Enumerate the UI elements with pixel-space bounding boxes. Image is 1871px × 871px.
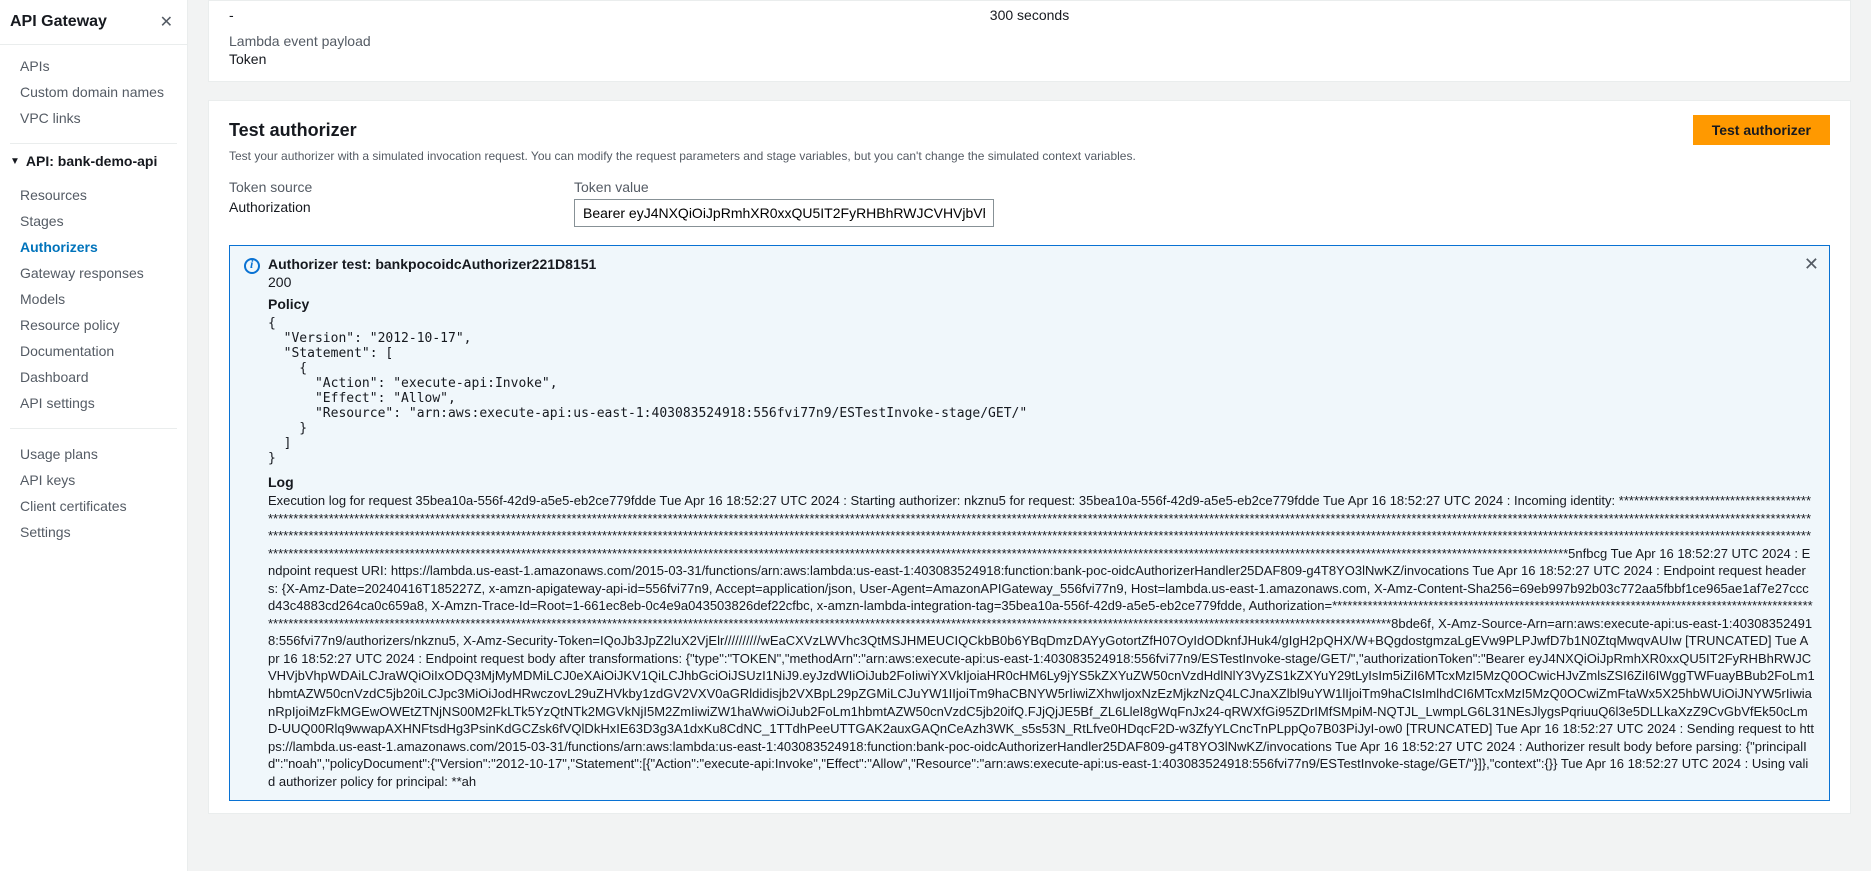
nav-stages[interactable]: Stages [0,208,187,234]
result-status: 200 [268,274,1815,290]
policy-label: Policy [268,296,1815,312]
token-source-label: Token source [229,179,534,195]
chevron-down-icon: ▼ [10,156,20,167]
nav-custom-domain-names[interactable]: Custom domain names [0,79,187,105]
test-authorizer-panel: Test authorizer Test authorizer Test you… [208,100,1851,814]
nav-api-group[interactable]: ▼ API: bank-demo-api [0,148,187,174]
nav-gateway-responses[interactable]: Gateway responses [0,260,187,286]
nav-api-settings[interactable]: API settings [0,390,187,416]
nav-resource-policy[interactable]: Resource policy [0,312,187,338]
sidebar-title: API Gateway [10,13,107,31]
log-label: Log [268,474,1815,490]
sidebar: API Gateway ✕ APIs Custom domain names V… [0,0,188,871]
sidebar-close-icon[interactable]: ✕ [156,12,177,32]
result-flash: ✕ Authorizer test: bankpocoidcAuthorizer… [229,245,1830,801]
policy-json: { "Version": "2012-10-17", "Statement": … [268,316,1815,466]
details-dash: - [229,7,763,23]
token-value-input[interactable] [574,199,994,227]
test-description: Test your authorizer with a simulated in… [209,149,1850,179]
details-panel: - 300 seconds Lambda event payload Token [208,0,1851,82]
nav-documentation[interactable]: Documentation [0,338,187,364]
info-icon [244,258,260,274]
token-source-value: Authorization [229,199,534,215]
nav-authorizers[interactable]: Authorizers [0,234,187,260]
nav-apis[interactable]: APIs [0,53,187,79]
nav-models[interactable]: Models [0,286,187,312]
token-value-label: Token value [574,179,1830,195]
nav-api-keys[interactable]: API keys [0,467,187,493]
nav-api-group-label: API: bank-demo-api [26,153,157,169]
close-icon[interactable]: ✕ [1804,254,1819,275]
test-authorizer-button[interactable]: Test authorizer [1693,115,1830,145]
nav-client-certificates[interactable]: Client certificates [0,493,187,519]
nav-resources[interactable]: Resources [0,182,187,208]
nav-usage-plans[interactable]: Usage plans [0,441,187,467]
lambda-payload-value: Token [229,51,1830,67]
lambda-payload-label: Lambda event payload [229,33,1830,49]
nav-vpc-links[interactable]: VPC links [0,105,187,131]
nav-settings[interactable]: Settings [0,519,187,545]
divider [10,143,177,144]
log-text: Execution log for request 35bea10a-556f-… [268,492,1815,790]
result-title: Authorizer test: bankpocoidcAuthorizer22… [268,256,596,272]
main-content: - 300 seconds Lambda event payload Token… [188,0,1871,871]
divider [10,428,177,429]
test-heading: Test authorizer [229,120,357,141]
nav-dashboard[interactable]: Dashboard [0,364,187,390]
details-seconds: 300 seconds [763,7,1297,23]
